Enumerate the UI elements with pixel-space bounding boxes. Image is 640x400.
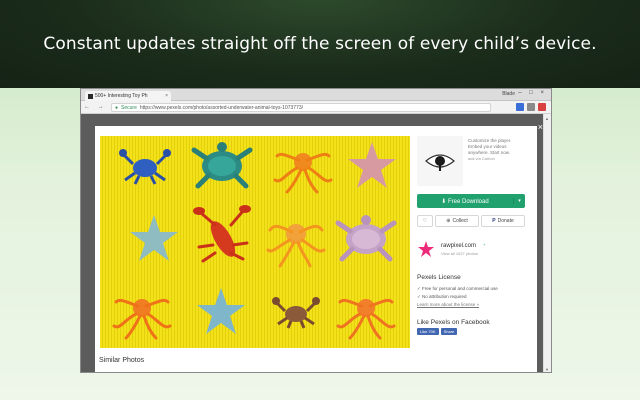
facebook-buttons: Like 70K Share (417, 328, 458, 335)
octopus-toy-icon (273, 152, 333, 194)
ad-attribution[interactable]: ads via Carbon (468, 156, 525, 162)
url-text: https://www.pexels.com/photo/assorted-un… (139, 104, 304, 111)
photo-modal: Similar Photos Customize the player. Emb… (95, 126, 537, 372)
banner-headline: Constant updates straight off the screen… (43, 34, 597, 54)
carbon-ad[interactable]: Customize the player. Embed your videos … (417, 136, 525, 186)
starfish-toy-icon (197, 288, 245, 334)
author-block[interactable]: rawpixel.com + View all 1027 photos (417, 240, 525, 260)
crab-toy-icon (272, 297, 320, 329)
follow-icon[interactable]: + (483, 242, 485, 247)
pexels-favicon-icon (88, 93, 93, 99)
extension-icon[interactable] (538, 103, 546, 111)
author-photo-count[interactable]: View all 1027 photos (441, 251, 478, 256)
donate-label: Donate (497, 218, 514, 224)
similar-photos-heading: Similar Photos (99, 357, 145, 364)
collect-button[interactable]: ⊕ Collect (435, 215, 479, 227)
lock-icon: ● (115, 104, 119, 111)
like-button[interactable]: ♡ (417, 215, 433, 227)
octopus-toy-icon (336, 298, 396, 340)
license-item: ✓ Free for personal and commercial use (417, 286, 498, 291)
octopus-toy-icon (112, 298, 172, 340)
tab-title: 500+ Interesting Toy Ph (95, 93, 148, 99)
ad-text: Customize the player. Embed your videos … (468, 138, 512, 155)
eye-icon (425, 154, 455, 171)
photo-underwater-toys[interactable] (100, 136, 410, 348)
photo-sidebar: Customize the player. Embed your videos … (417, 136, 525, 335)
tab-close-icon[interactable]: × (165, 93, 168, 99)
toy-animals-illustration (112, 142, 397, 340)
url-field[interactable]: ● Secure https://www.pexels.com/photo/as… (111, 103, 491, 112)
download-label: ⬇ Free Download (441, 198, 489, 205)
donate-button[interactable]: P Donate (481, 215, 525, 227)
page-scrollbar[interactable]: ▲ ▼ (543, 114, 551, 372)
tab-bar: 500+ Interesting Toy Ph × Blade – □ × (81, 89, 551, 101)
heart-icon: ♡ (422, 218, 428, 224)
download-options-icon[interactable]: ▾ (513, 198, 525, 204)
download-text: Free Download (448, 198, 489, 205)
browser-window: 500+ Interesting Toy Ph × Blade – □ × ← … (80, 88, 552, 373)
free-download-button[interactable]: ⬇ Free Download ▾ (417, 194, 525, 208)
author-avatar-star-icon (418, 241, 434, 257)
turtle-toy-icon (335, 215, 397, 262)
facebook-heading: Like Pexels on Facebook (417, 319, 490, 326)
plus-circle-icon: ⊕ (446, 218, 451, 224)
extension-icon[interactable] (516, 103, 524, 111)
scroll-down-icon[interactable]: ▼ (545, 367, 549, 372)
octopus-toy-icon (266, 224, 326, 268)
lobster-toy-icon (193, 205, 251, 263)
license-heading: Pexels License (417, 274, 461, 281)
address-bar: ← → ⟳ ● Secure https://www.pexels.com/ph… (81, 101, 551, 114)
facebook-share-button[interactable]: Share (440, 328, 458, 335)
starfish-toy-icon (348, 142, 396, 188)
license-learn-more-link[interactable]: Learn more about the license » (417, 301, 498, 309)
license-item: ✓ No attribution required (417, 294, 467, 299)
scroll-up-icon[interactable]: ▲ (545, 116, 549, 121)
ad-image (417, 136, 463, 186)
turtle-toy-icon (191, 142, 253, 189)
crab-toy-icon (119, 149, 171, 185)
starfish-toy-icon (130, 215, 178, 261)
action-buttons: ♡ ⊕ Collect P Donate (417, 215, 525, 227)
author-name[interactable]: rawpixel.com (441, 243, 476, 249)
license-list: ✓ Free for personal and commercial use ✓… (417, 285, 498, 309)
extension-icon[interactable] (527, 103, 535, 111)
promo-banner: Constant updates straight off the screen… (0, 0, 640, 88)
facebook-like-button[interactable]: Like 70K (417, 328, 439, 335)
secure-label: Secure (121, 104, 137, 111)
collect-label: Collect (452, 218, 468, 224)
paypal-icon: P (492, 218, 496, 224)
extension-icons (516, 103, 546, 111)
browser-tab[interactable]: 500+ Interesting Toy Ph × (85, 91, 171, 101)
profile-name[interactable]: Blade (502, 91, 515, 97)
window-controls[interactable]: – □ × (518, 90, 547, 96)
ad-copy: Customize the player. Embed your videos … (468, 138, 525, 162)
